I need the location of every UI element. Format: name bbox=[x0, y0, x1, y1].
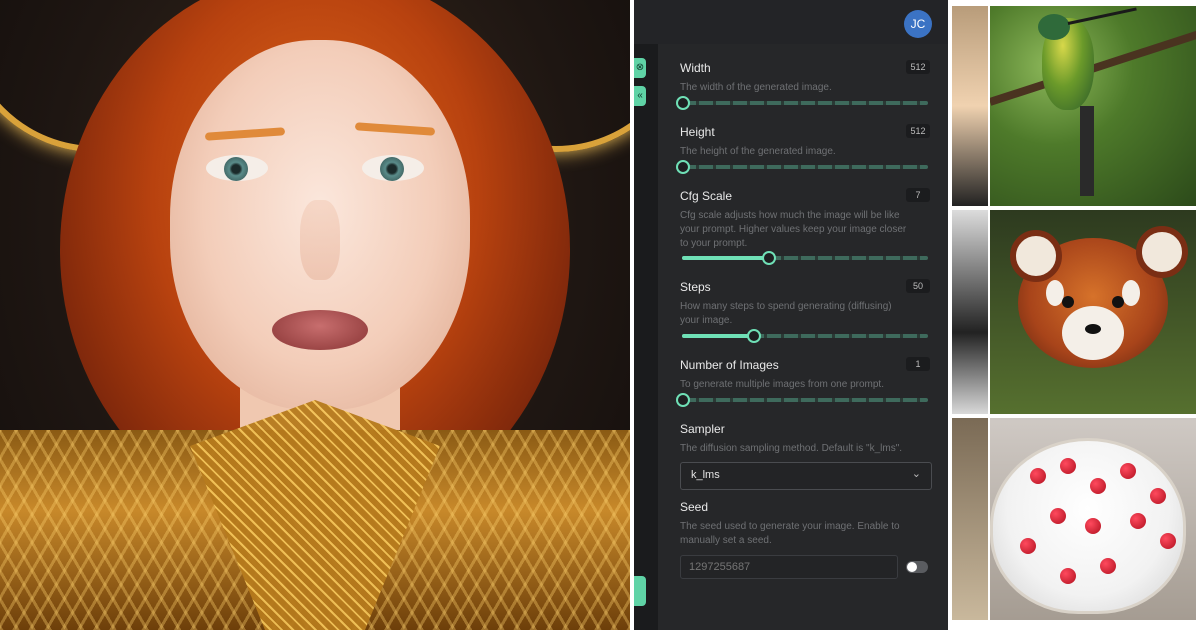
settings-content: Width 512 The width of the generated ima… bbox=[658, 44, 948, 630]
value-badge: 1 bbox=[906, 357, 930, 371]
setting-description: How many steps to spend generating (diff… bbox=[680, 300, 930, 328]
description-line: How many steps to spend generating (diff… bbox=[680, 301, 892, 312]
sampler-select[interactable]: k_lms ⌄ bbox=[680, 462, 932, 490]
slider-thumb[interactable] bbox=[762, 251, 777, 265]
description-line: to your prompt. bbox=[680, 238, 748, 249]
lips bbox=[272, 310, 368, 350]
image-tile-partial[interactable] bbox=[952, 210, 988, 414]
seed-input[interactable] bbox=[680, 555, 898, 579]
setting-description: The width of the generated image. bbox=[680, 82, 832, 93]
value-badge: 50 bbox=[906, 279, 930, 293]
setting-label: Width bbox=[680, 61, 711, 75]
setting-label: Height bbox=[680, 125, 715, 139]
image-tile-red-panda[interactable] bbox=[990, 210, 1196, 414]
description-line: Cfg scale adjusts how much the image wil… bbox=[680, 210, 900, 221]
slider-thumb[interactable] bbox=[676, 96, 690, 110]
value-badge: 7 bbox=[906, 188, 930, 202]
close-circle-icon[interactable]: ⊗ bbox=[634, 58, 646, 78]
cfg-scale-slider[interactable] bbox=[682, 251, 928, 265]
setting-description: The diffusion sampling method. Default i… bbox=[680, 443, 903, 454]
image-tile-bird[interactable] bbox=[990, 6, 1196, 206]
width-slider[interactable] bbox=[676, 96, 928, 110]
setting-description: The height of the generated image. bbox=[680, 146, 836, 157]
height-slider[interactable] bbox=[676, 160, 928, 174]
nose bbox=[300, 200, 340, 280]
settings-panel: JC ⊗ « Width 512 The width of the genera… bbox=[634, 0, 948, 630]
setting-description: To generate multiple images from one pro… bbox=[680, 379, 884, 390]
chevron-down-icon: ⌄ bbox=[911, 468, 921, 480]
image-grid bbox=[952, 6, 1196, 620]
setting-description: Cfg scale adjusts how much the image wil… bbox=[680, 209, 930, 251]
value-badge: 512 bbox=[906, 124, 930, 138]
toggle-knob bbox=[907, 562, 917, 572]
setting-label: Seed bbox=[680, 500, 709, 514]
side-toolbar: ⊗ « bbox=[634, 44, 658, 630]
setting-description: The seed used to generate your image. En… bbox=[680, 520, 930, 548]
slider-thumb[interactable] bbox=[676, 393, 690, 407]
seed-toggle[interactable] bbox=[906, 561, 928, 573]
description-line: manually set a seed. bbox=[680, 535, 772, 546]
right-eye bbox=[362, 155, 424, 181]
collapse-icon[interactable]: « bbox=[634, 86, 646, 106]
description-line: your prompt. Higher values keep your ima… bbox=[680, 224, 907, 235]
panel-header: JC bbox=[634, 0, 948, 44]
user-avatar[interactable]: JC bbox=[904, 10, 932, 38]
description-line: your image. bbox=[680, 315, 733, 326]
slider-thumb[interactable] bbox=[676, 160, 690, 174]
slider-thumb[interactable] bbox=[747, 329, 762, 343]
left-eye bbox=[206, 155, 268, 181]
setting-label: Cfg Scale bbox=[680, 189, 733, 203]
image-tile-dessert[interactable] bbox=[990, 418, 1196, 620]
side-tab-handle[interactable] bbox=[634, 576, 646, 606]
setting-label: Number of Images bbox=[680, 358, 779, 372]
steps-slider[interactable] bbox=[682, 329, 928, 343]
image-tile-partial[interactable] bbox=[952, 6, 988, 206]
generated-portrait-image bbox=[0, 0, 630, 630]
value-badge: 512 bbox=[906, 60, 930, 74]
description-line: The seed used to generate your image. En… bbox=[680, 521, 900, 532]
sampler-selected-value: k_lms bbox=[691, 469, 720, 481]
image-tile-partial[interactable] bbox=[952, 418, 988, 620]
setting-label: Sampler bbox=[680, 422, 725, 436]
number-of-images-slider[interactable] bbox=[676, 393, 928, 407]
setting-label: Steps bbox=[680, 280, 711, 294]
